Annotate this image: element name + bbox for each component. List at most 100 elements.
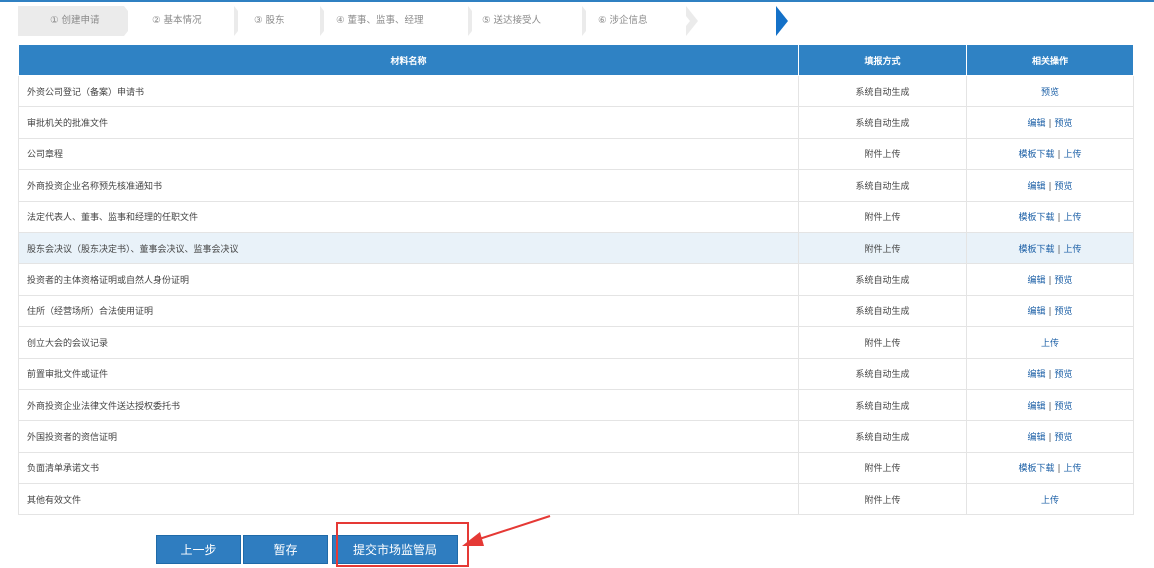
fill-method-cell: 系统自动生成 bbox=[798, 357, 967, 390]
upload-link[interactable]: 上传 bbox=[1064, 245, 1082, 255]
operations-cell: 模板下载 | 上传 bbox=[966, 200, 1134, 233]
table-row: 投资者的主体资格证明或自然人身份证明 系统自动生成 编辑 | 预览 bbox=[18, 263, 1134, 296]
op-separator: | bbox=[1048, 370, 1052, 381]
material-name-cell: 公司章程 bbox=[18, 137, 799, 171]
step-label: ② 基本情况 bbox=[152, 15, 202, 26]
step-basic-info[interactable]: ② 基本情况 bbox=[128, 6, 246, 36]
op-separator: | bbox=[1057, 213, 1061, 224]
step-label: ⑤ 送达接受人 bbox=[482, 15, 542, 26]
fill-method-cell: 系统自动生成 bbox=[798, 294, 967, 328]
step-label: ④ 董事、监事、经理 bbox=[336, 15, 424, 26]
operations-cell: 模板下载 | 上传 bbox=[966, 231, 1134, 265]
edit-link[interactable]: 编辑 bbox=[1027, 119, 1045, 129]
table-row: 外国投资者的资信证明 系统自动生成 编辑 | 预览 bbox=[18, 420, 1134, 453]
op-separator: | bbox=[1048, 276, 1052, 287]
material-name-cell: 住所（经营场所）合法使用证明 bbox=[18, 294, 799, 328]
fill-method-cell: 附件上传 bbox=[798, 200, 967, 233]
step-directors[interactable]: ④ 董事、监事、经理 bbox=[324, 6, 480, 36]
fill-method-cell: 系统自动生成 bbox=[798, 74, 967, 108]
top-accent-line bbox=[0, 0, 1154, 2]
step-shareholders[interactable]: ③ 股东 bbox=[238, 6, 332, 36]
material-name-cell: 创立大会的会议记录 bbox=[18, 326, 799, 359]
save-draft-button[interactable]: 暂存 bbox=[243, 535, 328, 564]
table-row: 审批机关的批准文件 系统自动生成 编辑 | 预览 bbox=[18, 106, 1134, 139]
upload-link[interactable]: 上传 bbox=[1041, 496, 1059, 506]
upload-link[interactable]: 上传 bbox=[1064, 464, 1082, 474]
fill-method-cell: 系统自动生成 bbox=[798, 106, 967, 139]
progress-steps: ① 创建申请 ② 基本情况 ③ 股东 ④ 董事、监事、经理 ⑤ 送达接受人 ⑥ … bbox=[18, 6, 818, 36]
edit-link[interactable]: 编辑 bbox=[1027, 182, 1045, 192]
table-row: 法定代表人、董事、监事和经理的任职文件 附件上传 模板下载 | 上传 bbox=[18, 200, 1134, 233]
upload-link[interactable]: 上传 bbox=[1064, 150, 1082, 160]
material-name-cell: 法定代表人、董事、监事和经理的任职文件 bbox=[18, 200, 799, 233]
preview-link[interactable]: 预览 bbox=[1055, 433, 1073, 443]
op-separator: | bbox=[1048, 181, 1052, 192]
edit-link[interactable]: 编辑 bbox=[1027, 370, 1045, 380]
edit-link[interactable]: 编辑 bbox=[1027, 307, 1045, 317]
step-label: ⑥ 涉企信息 bbox=[598, 15, 648, 26]
op-separator: | bbox=[1048, 432, 1052, 443]
callout-arrow-icon bbox=[462, 515, 551, 546]
material-name-cell: 其他有效文件 bbox=[18, 483, 799, 516]
table-row: 外资公司登记（备案）申请书 系统自动生成 预览 bbox=[18, 74, 1134, 108]
material-name-cell: 外资公司登记（备案）申请书 bbox=[18, 74, 799, 108]
fill-method-cell: 附件上传 bbox=[798, 137, 967, 171]
preview-link[interactable]: 预览 bbox=[1055, 119, 1073, 129]
step-label: ① 创建申请 bbox=[50, 15, 100, 26]
operations-cell: 编辑 | 预览 bbox=[966, 420, 1134, 453]
table-row: 前置审批文件或证件 系统自动生成 编辑 | 预览 bbox=[18, 357, 1134, 390]
preview-link[interactable]: 预览 bbox=[1041, 88, 1059, 98]
step-application-materials[interactable]: ⑦ 申请材料 bbox=[678, 6, 790, 36]
edit-link[interactable]: 编辑 bbox=[1027, 276, 1045, 286]
column-header-name: 材料名称 bbox=[18, 44, 799, 76]
step-service-recipient[interactable]: ⑤ 送达接受人 bbox=[472, 6, 594, 36]
op-separator: | bbox=[1048, 401, 1052, 412]
column-header-ops: 相关操作 bbox=[966, 44, 1134, 76]
table-row: 公司章程 附件上传 模板下载 | 上传 bbox=[18, 137, 1134, 171]
preview-link[interactable]: 预览 bbox=[1055, 276, 1073, 286]
operations-cell: 编辑 | 预览 bbox=[966, 106, 1134, 139]
operations-cell: 预览 bbox=[966, 74, 1134, 108]
material-name-cell: 审批机关的批准文件 bbox=[18, 106, 799, 139]
upload-link[interactable]: 上传 bbox=[1064, 213, 1082, 223]
edit-link[interactable]: 编辑 bbox=[1027, 402, 1045, 412]
op-separator: | bbox=[1057, 244, 1061, 255]
preview-link[interactable]: 预览 bbox=[1055, 370, 1073, 380]
operations-cell: 编辑 | 预览 bbox=[966, 357, 1134, 390]
template-download-link[interactable]: 模板下载 bbox=[1018, 213, 1054, 223]
fill-method-cell: 附件上传 bbox=[798, 231, 967, 265]
table-body: 外资公司登记（备案）申请书 系统自动生成 预览 审批机关的批准文件 系统自动生成 编辑 | 预… bbox=[18, 74, 1134, 516]
table-row: 其他有效文件 附件上传 上传 bbox=[18, 483, 1134, 516]
materials-table: 材料名称 填报方式 相关操作 外资公司登记（备案）申请书 系统自动生成 预览 审批机关… bbox=[18, 44, 1134, 516]
fill-method-cell: 附件上传 bbox=[798, 483, 967, 516]
table-row: 创立大会的会议记录 附件上传 上传 bbox=[18, 326, 1134, 359]
edit-link[interactable]: 编辑 bbox=[1027, 433, 1045, 443]
fill-method-cell: 系统自动生成 bbox=[798, 388, 967, 422]
table-row: 股东会决议（股东决定书）、董事会决议、监事会决议 附件上传 模板下载 | 上传 bbox=[18, 231, 1134, 265]
step-create-application[interactable]: ① 创建申请 bbox=[18, 6, 136, 36]
step-label: ③ 股东 bbox=[254, 15, 285, 26]
material-name-cell: 股东会决议（股东决定书）、董事会决议、监事会决议 bbox=[18, 231, 799, 265]
table-header-row: 材料名称 填报方式 相关操作 bbox=[18, 44, 1134, 76]
upload-link[interactable]: 上传 bbox=[1041, 339, 1059, 349]
material-name-cell: 外商投资企业名称预先核准通知书 bbox=[18, 169, 799, 202]
fill-method-cell: 附件上传 bbox=[798, 326, 967, 359]
preview-link[interactable]: 预览 bbox=[1055, 307, 1073, 317]
table-row: 负面清单承诺文书 附件上传 模板下载 | 上传 bbox=[18, 451, 1134, 485]
op-separator: | bbox=[1057, 150, 1061, 161]
preview-link[interactable]: 预览 bbox=[1055, 182, 1073, 192]
template-download-link[interactable]: 模板下载 bbox=[1018, 150, 1054, 160]
operations-cell: 模板下载 | 上传 bbox=[966, 137, 1134, 171]
template-download-link[interactable]: 模板下载 bbox=[1018, 245, 1054, 255]
operations-cell: 编辑 | 预览 bbox=[966, 294, 1134, 328]
operations-cell: 编辑 | 预览 bbox=[966, 263, 1134, 296]
fill-method-cell: 系统自动生成 bbox=[798, 420, 967, 453]
table-row: 住所（经营场所）合法使用证明 系统自动生成 编辑 | 预览 bbox=[18, 294, 1134, 328]
op-separator: | bbox=[1057, 464, 1061, 475]
material-name-cell: 外国投资者的资信证明 bbox=[18, 420, 799, 453]
preview-link[interactable]: 预览 bbox=[1055, 402, 1073, 412]
previous-step-button[interactable]: 上一步 bbox=[156, 535, 241, 564]
template-download-link[interactable]: 模板下载 bbox=[1018, 464, 1054, 474]
fill-method-cell: 附件上传 bbox=[798, 451, 967, 485]
material-name-cell: 外商投资企业法律文件送达授权委托书 bbox=[18, 388, 799, 422]
